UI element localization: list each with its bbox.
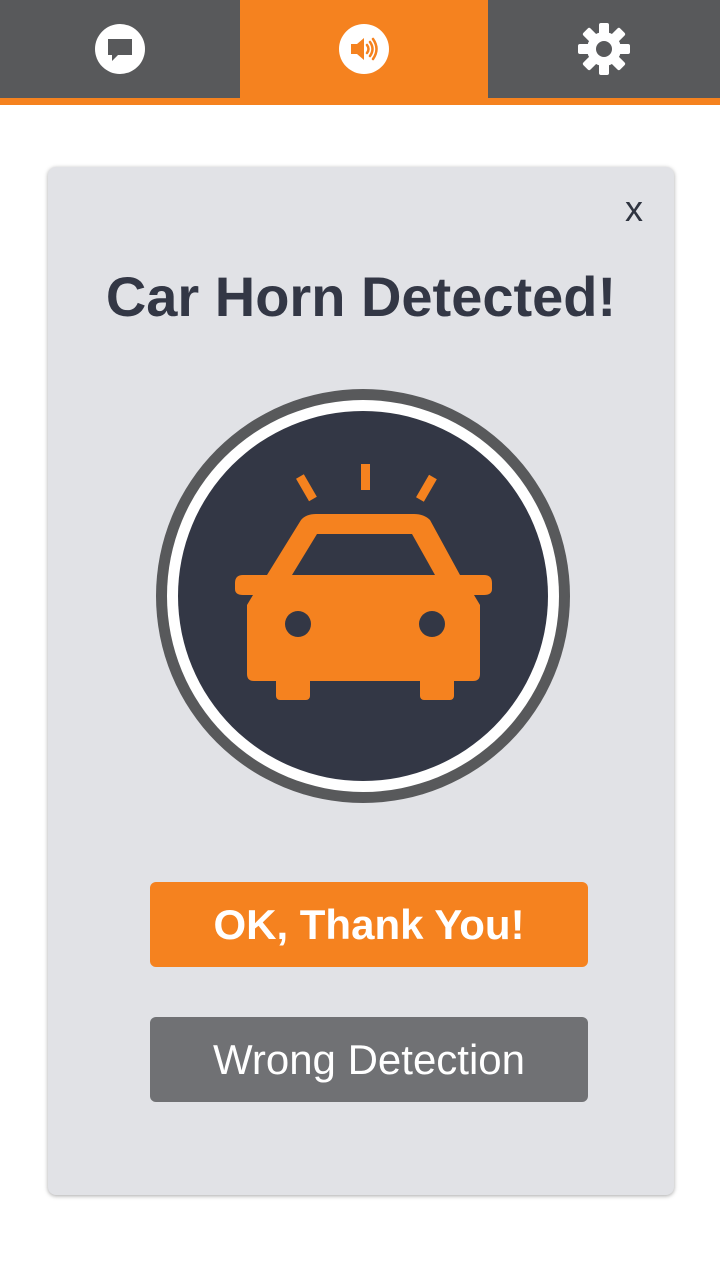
active-tab-underline xyxy=(0,98,720,105)
gear-icon xyxy=(578,23,630,75)
tab-sound-detection[interactable] xyxy=(240,0,488,98)
tab-settings[interactable] xyxy=(488,0,720,98)
tab-messages[interactable] xyxy=(0,0,240,98)
car-badge xyxy=(156,389,570,803)
speaker-icon xyxy=(339,24,389,74)
wrong-detection-button[interactable]: Wrong Detection xyxy=(150,1017,588,1102)
dialog-title: Car Horn Detected! xyxy=(105,265,617,328)
close-button[interactable]: x xyxy=(616,189,652,229)
car-icon xyxy=(156,389,570,803)
top-tab-bar xyxy=(0,0,720,98)
detection-dialog: x Car Horn Detected! OK, Thank You! Wron… xyxy=(48,167,674,1195)
app-screen: x Car Horn Detected! OK, Thank You! Wron… xyxy=(0,0,720,1280)
ok-thank-you-button[interactable]: OK, Thank You! xyxy=(150,882,588,967)
chat-icon xyxy=(95,24,145,74)
